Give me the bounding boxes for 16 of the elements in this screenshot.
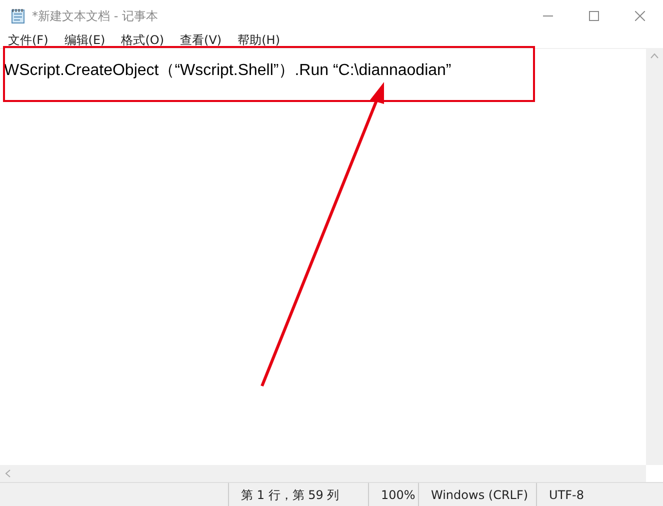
horizontal-scrollbar[interactable] xyxy=(0,465,646,482)
status-text: 100% xyxy=(368,483,418,506)
window-title: *新建文本文档 - 记事本 xyxy=(32,8,158,25)
menu-item[interactable]: 格式(O) xyxy=(121,31,164,49)
menu-item[interactable]: 帮助(H) xyxy=(238,31,280,49)
maximize-icon xyxy=(589,11,599,21)
menu-item[interactable]: 查看(V) xyxy=(180,31,222,49)
status-text: Windows (CRLF) xyxy=(418,483,536,506)
status-text: 第 1 行，第 59 列 xyxy=(228,483,368,506)
menu-item[interactable]: 文件(F) xyxy=(8,31,48,49)
editor-text: WScript.CreateObject（“Wscript.Shell”）.Run “C:\diannaodian” xyxy=(4,61,452,81)
notepad-icon xyxy=(10,8,26,24)
vertical-scrollbar[interactable] xyxy=(646,49,663,465)
status-text: UTF-8 xyxy=(536,483,616,506)
close-icon xyxy=(635,11,645,21)
menu-item[interactable]: 编辑(E) xyxy=(64,31,106,49)
